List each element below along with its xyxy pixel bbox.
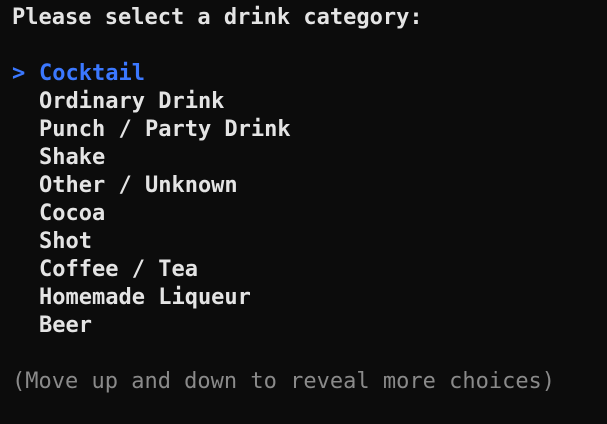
selection-pointer-icon: [12, 144, 39, 172]
prompt-question: Please select a drink category:: [12, 5, 423, 30]
selection-pointer-icon: [12, 312, 39, 340]
choice-item[interactable]: Ordinary Drink: [12, 88, 602, 116]
choice-item[interactable]: Shot: [12, 228, 602, 256]
choice-list: > Cocktail Ordinary Drink Punch / Party …: [12, 60, 602, 340]
choice-label: Ordinary Drink: [39, 89, 225, 114]
choice-item[interactable]: Homemade Liqueur: [12, 284, 602, 312]
choice-label: Cocktail: [39, 61, 145, 86]
selection-pointer-icon: [12, 88, 39, 116]
selection-pointer-icon: >: [12, 61, 26, 86]
choice-item[interactable]: Beer: [12, 312, 602, 340]
choice-label: Beer: [39, 313, 92, 338]
selection-pointer-icon: [12, 116, 39, 144]
selection-pointer-icon: [12, 228, 39, 256]
choice-item[interactable]: Punch / Party Drink: [12, 116, 602, 144]
choice-label: Coffee / Tea: [39, 257, 198, 282]
choice-label: Shake: [39, 145, 106, 170]
navigation-hint: (Move up and down to reveal more choices…: [12, 369, 556, 394]
selection-pointer-icon: [12, 256, 39, 284]
choice-label: Homemade Liqueur: [39, 285, 251, 310]
choice-label: Punch / Party Drink: [39, 117, 291, 142]
selection-pointer-icon: [12, 284, 39, 312]
choice-item[interactable]: Other / Unknown: [12, 172, 602, 200]
choice-item[interactable]: Coffee / Tea: [12, 256, 602, 284]
choice-label: Cocoa: [39, 201, 106, 226]
choice-label: Shot: [39, 229, 92, 254]
selection-pointer-icon: [12, 172, 39, 200]
selection-pointer-icon: [12, 200, 39, 228]
terminal-window: Please select a drink category: > Cockta…: [12, 4, 602, 396]
choice-item[interactable]: > Cocktail: [12, 60, 602, 88]
choice-label: Other / Unknown: [39, 173, 238, 198]
choice-item[interactable]: Cocoa: [12, 200, 602, 228]
choice-item[interactable]: Shake: [12, 144, 602, 172]
